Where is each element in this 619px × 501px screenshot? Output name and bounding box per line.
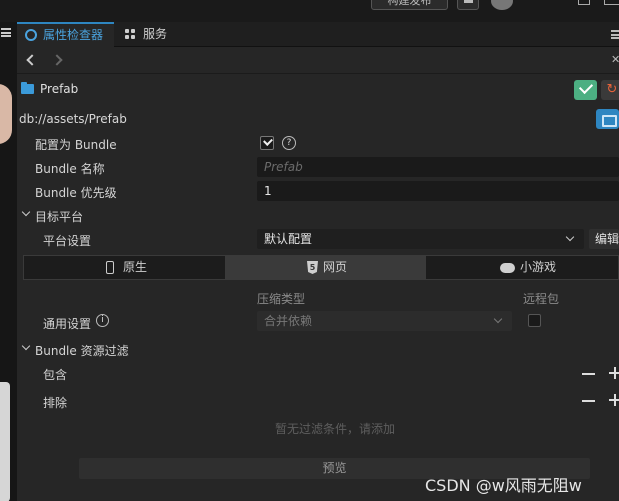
tab-web[interactable]: 5 网页 — [225, 256, 426, 279]
platform-setting-select[interactable]: 默认配置 — [257, 229, 584, 249]
top-toolbar — [0, 0, 619, 22]
inspector-icon — [25, 29, 37, 41]
asset-header: Prefab ↻ — [17, 76, 619, 104]
bundle-priority-label: Bundle 优先级 — [35, 186, 117, 200]
target-platform-section[interactable]: 目标平台 — [35, 208, 83, 225]
help-icon[interactable]: ? — [282, 136, 296, 150]
tab-service[interactable]: 服务 — [117, 22, 187, 47]
tab-inspector-label: 属性检查器 — [43, 28, 104, 42]
general-settings-label: 通用设置 — [43, 317, 92, 331]
empty-filter-text: 暂无过滤条件，请添加 — [275, 422, 396, 436]
tab-native-label: 原生 — [123, 260, 148, 274]
panel-tab-bar: 属性检查器 服务 — [17, 22, 619, 47]
pin-icon[interactable]: ✕ — [611, 54, 619, 66]
watermark: CSDN @w风雨无阻w — [425, 476, 582, 495]
tab-menu-icon[interactable] — [611, 30, 619, 39]
tab-web-label: 网页 — [323, 260, 348, 274]
tab-native[interactable]: 原生 — [24, 256, 225, 279]
tab-minigame-label: 小游戏 — [520, 260, 557, 274]
asset-name: Prefab — [40, 82, 79, 96]
add-include-icon[interactable] — [609, 367, 619, 379]
gamepad-icon — [500, 263, 515, 273]
close-window-icon[interactable] — [604, 0, 619, 5]
open-folder-button[interactable] — [596, 109, 619, 129]
bundle-name-label: Bundle 名称 — [35, 162, 105, 176]
apply-button[interactable] — [574, 80, 597, 100]
background-photo — [0, 84, 12, 144]
remove-include-icon[interactable] — [582, 373, 595, 375]
edit-button[interactable]: 编辑 — [589, 229, 619, 249]
grid-icon — [125, 29, 136, 40]
bundle-priority-input[interactable]: 1 — [257, 181, 619, 201]
config-bundle-label: 配置为 Bundle — [35, 138, 117, 152]
exclude-label: 排除 — [43, 396, 68, 410]
tab-service-label: 服务 — [143, 27, 168, 41]
platform-setting-value: 默认配置 — [264, 232, 313, 246]
build-publish-button[interactable]: 构建发布 — [371, 0, 448, 10]
compression-type-value: 合并依赖 — [264, 314, 313, 328]
toolbar-square-button[interactable] — [457, 0, 479, 10]
platform-tabs: 原生 5 网页 小游戏 — [23, 255, 619, 280]
chevron-down-icon[interactable] — [21, 341, 31, 351]
info-icon[interactable]: i — [96, 314, 109, 327]
chevron-down-icon — [493, 314, 503, 324]
add-exclude-icon[interactable] — [609, 394, 619, 406]
folder-icon — [21, 82, 34, 94]
compression-type-select[interactable]: 合并依赖 — [257, 311, 512, 331]
config-bundle-checkbox[interactable] — [260, 136, 274, 150]
include-label: 包含 — [43, 368, 68, 382]
asset-path: db://assets/Prefab — [19, 112, 127, 126]
background-photo-detail — [0, 382, 10, 501]
restore-window-icon[interactable] — [578, 0, 590, 5]
navigation-row: ✕ — [17, 48, 619, 74]
remote-bundle-header: 远程包 — [523, 292, 560, 306]
remote-bundle-checkbox[interactable] — [528, 314, 541, 327]
compression-type-header: 压缩类型 — [257, 292, 306, 306]
tab-inspector[interactable]: 属性检查器 — [17, 22, 114, 47]
revert-button[interactable]: ↻ — [601, 80, 619, 100]
bundle-name-input[interactable]: Prefab — [257, 157, 619, 177]
html5-icon: 5 — [307, 261, 318, 274]
forward-icon[interactable] — [51, 54, 63, 66]
tab-minigame[interactable]: 小游戏 — [426, 256, 619, 279]
phone-icon — [106, 261, 114, 274]
chevron-down-icon — [565, 232, 575, 242]
back-icon[interactable] — [26, 54, 38, 66]
platform-setting-label: 平台设置 — [43, 234, 92, 248]
chevron-down-icon[interactable] — [21, 207, 31, 217]
remove-exclude-icon[interactable] — [582, 400, 595, 402]
left-panel-strip — [0, 22, 17, 501]
panel-menu-icon[interactable] — [1, 28, 11, 37]
bundle-filter-section[interactable]: Bundle 资源过滤 — [35, 342, 129, 359]
